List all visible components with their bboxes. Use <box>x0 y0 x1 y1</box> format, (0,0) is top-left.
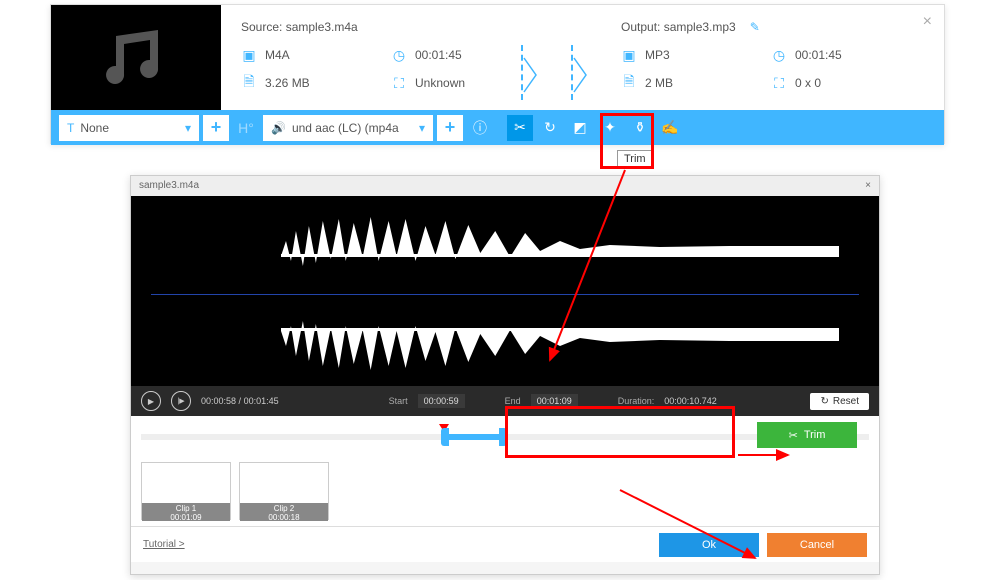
scissors-icon: ✂ <box>789 429 798 442</box>
thumbnail <box>51 5 221 110</box>
sign-button[interactable]: ✍ <box>657 115 683 141</box>
source-label: Source: sample3.m4a <box>241 20 441 34</box>
edit-icon[interactable]: ✎ <box>750 20 760 34</box>
trim-action-button[interactable]: ✂Trim <box>757 422 857 448</box>
close-icon[interactable]: × <box>865 180 871 192</box>
video-icon: ▣ <box>241 47 257 64</box>
crop-button[interactable]: ◩ <box>567 115 593 141</box>
effects-button[interactable]: ✦ <box>597 115 623 141</box>
add-audio-button[interactable]: + <box>437 115 463 141</box>
trim-start-handle[interactable] <box>441 428 449 446</box>
resolution-icon: ⛶ <box>391 75 407 92</box>
resolution-icon: ⛶ <box>771 75 787 92</box>
music-icon <box>96 28 176 88</box>
editor-title: sample3.m4a <box>139 180 199 192</box>
cancel-button[interactable]: Cancel <box>767 533 867 557</box>
time-position: 00:00:58 / 00:01:45 <box>201 396 279 406</box>
audio-select[interactable]: 🔊und aac (LC) (mp4a▾ <box>263 115 433 141</box>
add-subtitle-button[interactable]: + <box>203 115 229 141</box>
file-icon: 🗎 <box>241 71 257 95</box>
reset-button[interactable]: ↻Reset <box>810 393 869 410</box>
clips-row: Clip 100:01:09 Clip 200:00:18 <box>131 456 879 526</box>
waveform[interactable] <box>131 196 879 386</box>
playback-controls: ▶ |▶ 00:00:58 / 00:01:45 Start 00:00:59 … <box>131 386 879 416</box>
close-icon[interactable]: × <box>923 13 932 31</box>
step-button[interactable]: |▶ <box>171 391 191 411</box>
output-label: Output: sample3.mp3✎ <box>621 20 821 34</box>
file-icon: 🗎 <box>621 71 637 95</box>
end-time[interactable]: 00:01:09 <box>531 394 578 408</box>
video-icon: ▣ <box>621 47 637 64</box>
watermark-button[interactable]: ⚱ <box>627 115 653 141</box>
duration-value: 00:00:10.742 <box>664 396 717 406</box>
clock-icon: ◷ <box>391 47 407 64</box>
timeline[interactable]: ✂Trim <box>131 416 879 456</box>
clock-icon: ◷ <box>771 47 787 64</box>
toolbar: TNone▾ + H° 🔊und aac (LC) (mp4a▾ + ⓘ ✂ ↻… <box>51 110 944 145</box>
trim-end-handle[interactable] <box>499 428 507 446</box>
clip-item[interactable]: Clip 200:00:18 <box>239 462 329 520</box>
info-button[interactable]: ⓘ <box>467 115 493 141</box>
trim-editor: sample3.m4a × ▶ |▶ 00:00:58 / 00:01:45 St… <box>130 175 880 575</box>
trim-button[interactable]: ✂ <box>507 115 533 141</box>
tutorial-link[interactable]: Tutorial > <box>143 539 185 550</box>
trim-tooltip: Trim <box>617 150 653 168</box>
subtitle-select[interactable]: TNone▾ <box>59 115 199 141</box>
rotate-button[interactable]: ↻ <box>537 115 563 141</box>
ok-button[interactable]: Ok <box>659 533 759 557</box>
play-button[interactable]: ▶ <box>141 391 161 411</box>
clip-item[interactable]: Clip 100:01:09 <box>141 462 231 520</box>
conversion-panel: × Source: sample3.m4a Output: sample3.mp… <box>50 4 945 144</box>
start-time[interactable]: 00:00:59 <box>418 394 465 408</box>
h-button[interactable]: H° <box>233 115 259 141</box>
